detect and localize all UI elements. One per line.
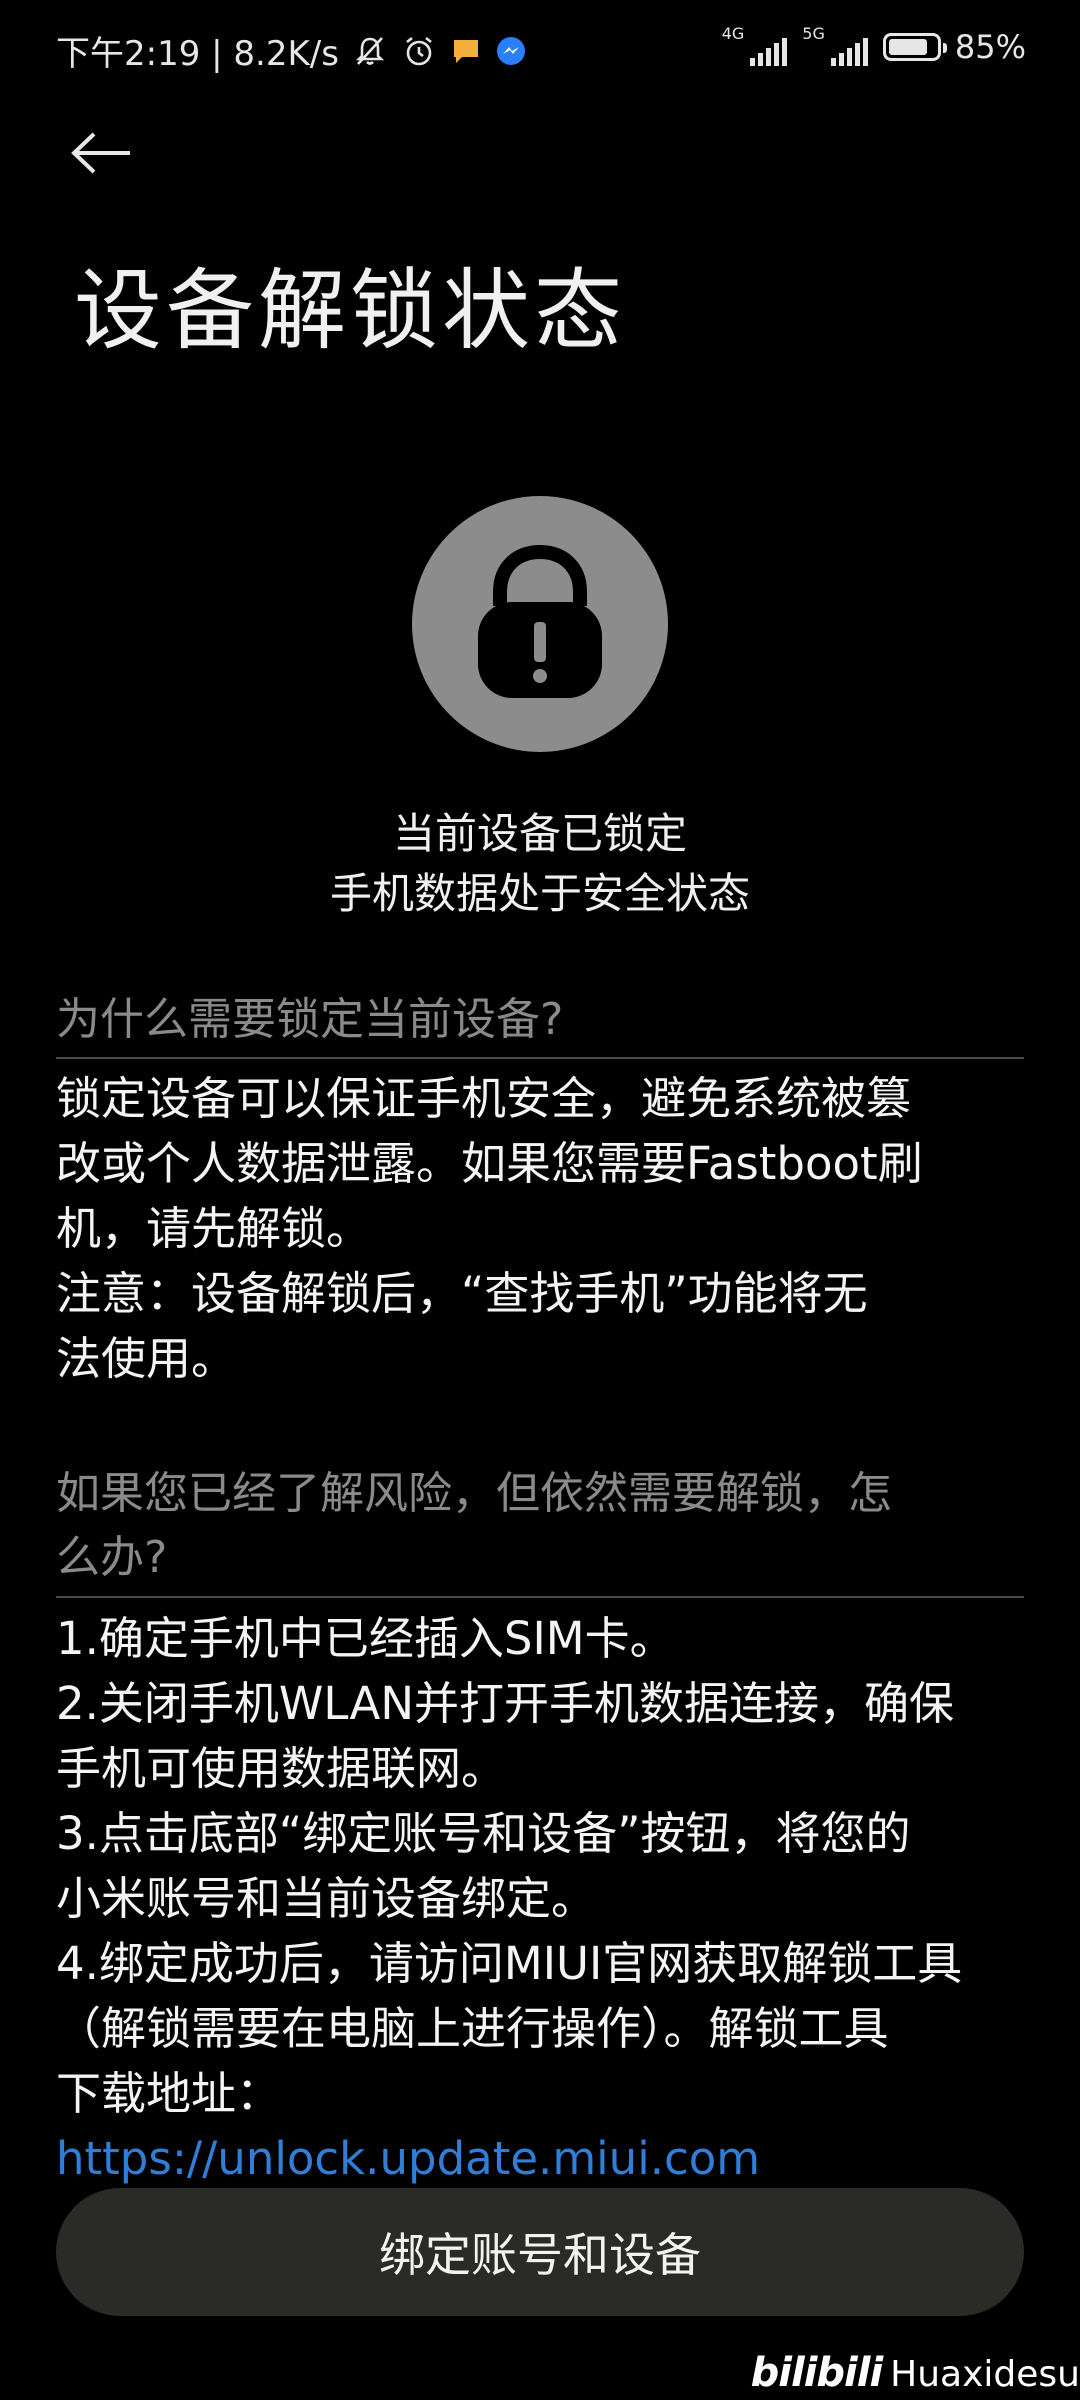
- section1-body: 锁定设备可以保证手机安全，避免系统被篡 改或个人数据泄露。如果您需要Fastbo…: [56, 1072, 923, 1385]
- status-bar-left: 下午2:19 | 8.2K/s: [56, 26, 527, 75]
- section2-divider: [56, 1596, 1024, 1598]
- unlock-tool-link[interactable]: https://unlock.update.miui.com: [56, 2126, 760, 2191]
- section2-title: 如果您已经了解风险，但依然需要解锁，怎 么办?: [56, 1468, 892, 1583]
- alarm-icon: [401, 33, 437, 69]
- bind-account-device-button[interactable]: 绑定账号和设备: [56, 2188, 1024, 2316]
- signal-icon: 4G: [722, 26, 789, 68]
- status-bar-right: 4G 5G 85%: [722, 26, 1026, 68]
- bilibili-watermark: bilibili Huaxidesu: [751, 2350, 1080, 2396]
- network-tag-5g: 5G: [802, 24, 825, 43]
- message-icon: [451, 36, 481, 66]
- section2-body: 1.确定手机中已经插入SIM卡。 2.关闭手机WLAN并打开手机数据连接，确保 …: [56, 1612, 963, 2120]
- battery-percent: 85%: [954, 28, 1026, 66]
- network-tag-4g: 4G: [721, 24, 745, 43]
- lock-status-line2: 手机数据处于安全状态: [329, 869, 750, 918]
- status-bar: 下午2:19 | 8.2K/s 4G 5G 85%: [0, 0, 1080, 100]
- back-button[interactable]: [70, 118, 150, 188]
- bell-off-icon: [353, 34, 387, 68]
- battery-icon: [882, 33, 947, 61]
- signal-icon-2: 5G: [802, 26, 869, 68]
- bind-button-label: 绑定账号和设备: [379, 2229, 701, 2281]
- lock-status-badge: [412, 496, 668, 752]
- back-arrow-icon: [71, 132, 130, 174]
- battery-fill: [888, 39, 928, 55]
- lock-status-line1: 当前设备已锁定: [392, 809, 687, 858]
- section1-title: 为什么需要锁定当前设备?: [56, 994, 564, 1045]
- section1-divider: [56, 1057, 1024, 1059]
- unlock-status-page: 下午2:19 | 8.2K/s 4G 5G 85% 设备解锁状态 当前设备已锁定…: [0, 0, 1080, 2400]
- watermark-user: Huaxidesu: [890, 2354, 1080, 2395]
- lock-alert-icon: [478, 544, 602, 698]
- status-time-speed: 下午2:19 | 8.2K/s: [56, 34, 339, 74]
- bilibili-logo: bilibili: [750, 2350, 884, 2396]
- page-title: 设备解锁状态: [74, 259, 627, 362]
- messenger-icon: [495, 35, 527, 67]
